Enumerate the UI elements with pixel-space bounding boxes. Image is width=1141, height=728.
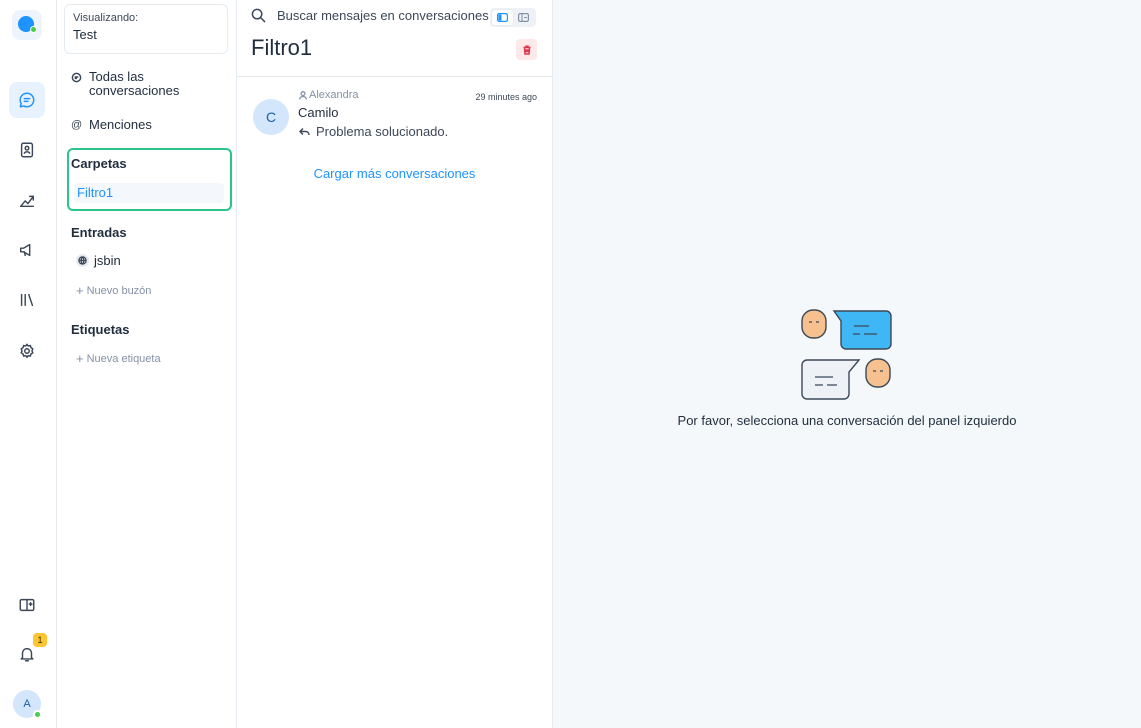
account-switcher[interactable]: Visualizando: Test [64,4,228,54]
inbox-item-jsbin[interactable]: jsbin [76,253,121,268]
divider [237,76,552,77]
plus-icon: + [76,283,84,298]
folders-section-highlight: Carpetas Filtro1 [67,148,232,211]
person-icon [299,90,307,100]
online-status-dot [33,710,42,719]
plus-icon: + [76,351,84,366]
assignee: Alexandra [299,89,359,101]
folder-title: Filtro1 [251,35,313,60]
layout-condensed-icon[interactable] [513,10,534,25]
empty-state-message: Por favor, selecciona una conversación d… [677,413,1017,428]
delete-folder-button[interactable] [516,39,537,60]
search-input[interactable] [277,8,490,23]
avatar-initial: A [23,698,31,710]
folders-title: Carpetas [71,156,127,171]
conversation-list-panel: Filtro1 C Alexandra 29 minutes ago Camil… [237,0,553,728]
trash-icon [523,44,530,55]
new-label-button[interactable]: + Nueva etiqueta [76,351,161,366]
layout-expanded-icon[interactable] [492,10,513,25]
campaigns-icon[interactable] [9,232,45,268]
nav-all-conversations[interactable]: Todas las conversaciones [71,70,199,98]
primary-nav-rail: 1 A [0,0,57,728]
logo-icon[interactable] [12,10,42,40]
notifications-icon[interactable]: 1 [9,633,47,672]
search-icon [251,8,266,23]
conversation-time: 29 minutes ago [475,92,537,102]
switch-account-icon[interactable] [9,587,45,623]
assignee-name: Alexandra [309,89,359,101]
at-icon: @ [71,119,83,131]
notification-badge: 1 [33,633,47,647]
settings-icon[interactable] [9,333,45,369]
new-inbox-button[interactable]: + Nuevo buzón [76,283,151,298]
contact-avatar: C [253,99,289,135]
labels-title: Etiquetas [71,322,130,337]
last-message: Problema solucionado. [299,124,448,139]
nav-mentions[interactable]: @ Menciones [71,117,152,132]
user-avatar[interactable]: A [13,690,42,719]
library-icon[interactable] [9,282,45,318]
last-message-text: Problema solucionado. [316,124,449,139]
account-value: Test [73,27,97,42]
globe-icon [76,254,89,267]
conversation-empty-state: Por favor, selecciona una conversación d… [553,0,1141,728]
nav-mentions-label: Menciones [89,117,152,132]
account-label: Visualizando: [73,12,139,24]
chat-icon [71,72,84,86]
conversations-icon[interactable] [9,82,45,118]
contacts-icon[interactable] [9,132,45,168]
chat-illustration [801,309,892,400]
secondary-sidebar: Visualizando: Test Todas las conversacio… [57,0,237,728]
reply-icon [299,128,310,136]
new-inbox-label: Nuevo buzón [86,284,152,297]
conversation-card[interactable]: C Alexandra 29 minutes ago Camilo Proble… [237,86,552,146]
folder-item-filtro1[interactable]: Filtro1 [74,183,224,203]
nav-all-conversations-label: Todas las conversaciones [89,69,180,98]
contact-name: Camilo [298,105,339,120]
layout-toggle[interactable] [490,8,536,27]
inbox-item-label: jsbin [94,253,121,268]
search-bar [251,8,490,23]
reports-icon[interactable] [9,182,45,218]
new-label-label: Nueva etiqueta [86,352,161,365]
inboxes-title: Entradas [71,225,127,240]
load-more-button[interactable]: Cargar más conversaciones [237,166,552,181]
